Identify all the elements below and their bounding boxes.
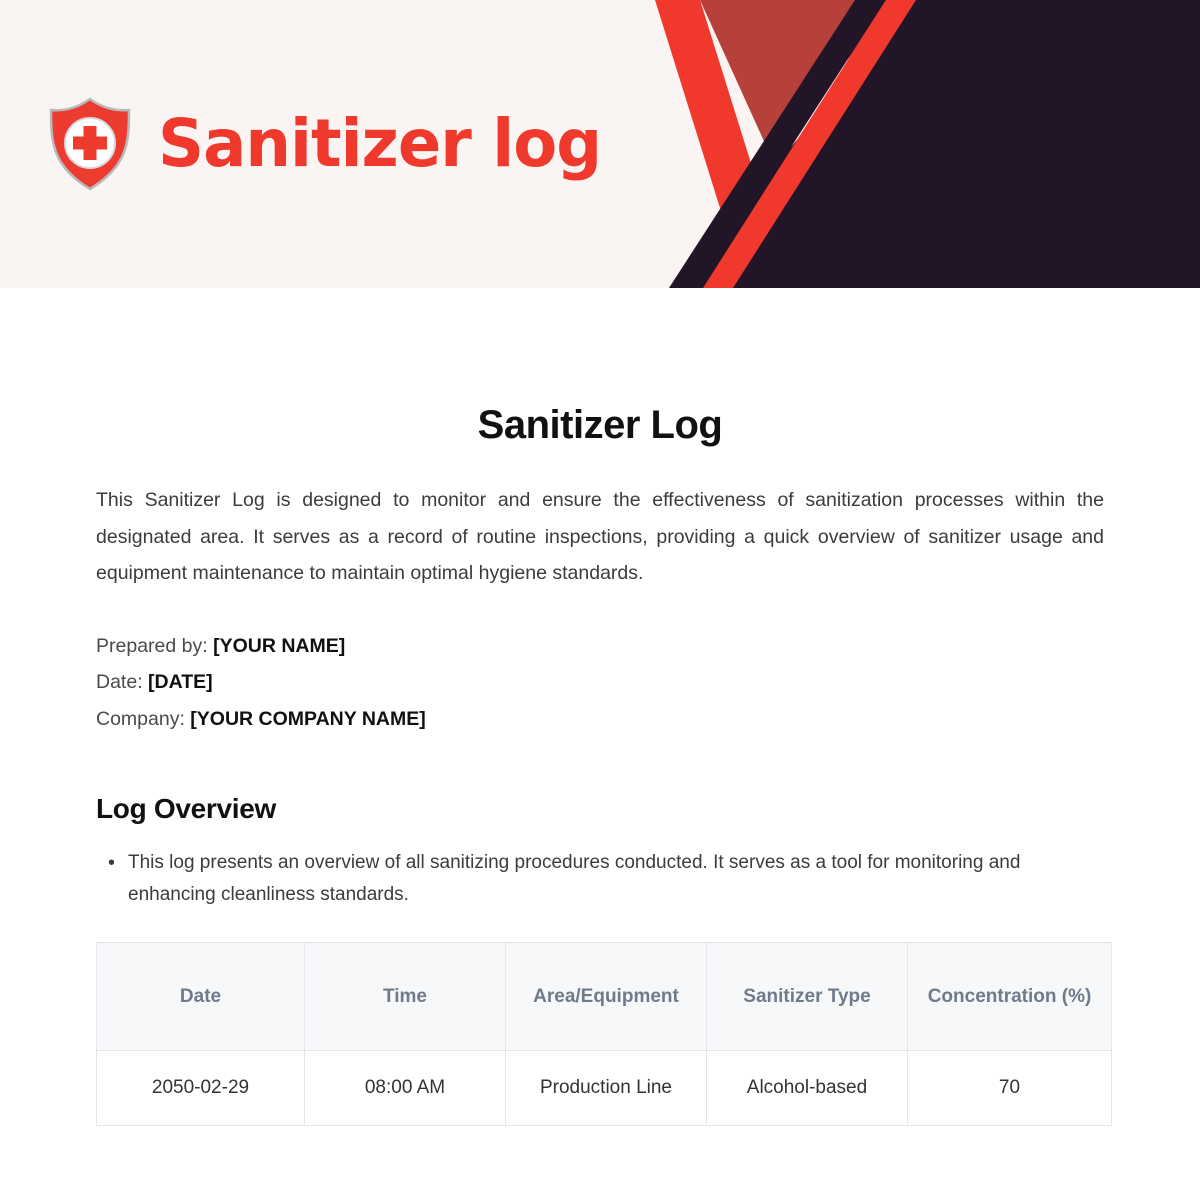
cell-sanitizer-type: Alcohol-based [706, 1050, 908, 1126]
table-body: 2050-02-29 08:00 AM Production Line Alco… [96, 1050, 1112, 1126]
meta-prepared-by: Prepared by: [YOUR NAME] [96, 628, 1104, 664]
table-header-sanitizer-type: Sanitizer Type [706, 942, 908, 1052]
page-banner: Sanitizer log [0, 0, 1200, 288]
meta-prepared-by-value: [YOUR NAME] [213, 634, 346, 657]
table-header-row: Date Time Area/Equipment Sanitizer Type … [96, 942, 1112, 1052]
meta-date-value: [DATE] [148, 671, 213, 694]
page-title: Sanitizer Log [477, 403, 723, 447]
intro-paragraph: This Sanitizer Log is designed to monito… [96, 489, 1104, 585]
meta-company-value: [YOUR COMPANY NAME] [190, 707, 426, 730]
cell-concentration: 70 [907, 1050, 1112, 1126]
document-metadata: Prepared by: [YOUR NAME] Date: [DATE] Co… [96, 628, 1104, 737]
table-row: 2050-02-29 08:00 AM Production Line Alco… [96, 1050, 1112, 1126]
table-header-time: Time [304, 942, 506, 1052]
cell-time: 08:00 AM [304, 1050, 506, 1126]
meta-company-label: Company: [96, 707, 185, 730]
sanitizer-log-table: Date Time Area/Equipment Sanitizer Type … [96, 942, 1112, 1126]
table-header-date: Date [96, 942, 305, 1052]
shield-medical-cross-icon [49, 97, 131, 191]
meta-date-label: Date: [96, 671, 143, 694]
section-heading-log-overview: Log Overview [96, 792, 277, 824]
table-header-area-equipment: Area/Equipment [505, 942, 707, 1052]
cell-date: 2050-02-29 [96, 1050, 305, 1126]
meta-date: Date: [DATE] [96, 664, 1104, 700]
meta-company: Company: [YOUR COMPANY NAME] [96, 701, 1104, 737]
log-overview-bullet-list: This log presents an overview of all san… [102, 846, 1104, 912]
banner-content: Sanitizer log [0, 0, 1200, 288]
list-item: This log presents an overview of all san… [102, 846, 1104, 912]
table-header: Date Time Area/Equipment Sanitizer Type … [96, 942, 1112, 1052]
meta-prepared-by-label: Prepared by: [96, 634, 208, 657]
banner-title: Sanitizer log [158, 105, 602, 182]
table-header-concentration: Concentration (%) [907, 942, 1112, 1052]
cell-area: Production Line [505, 1050, 707, 1126]
document-body: Sanitizer Log This Sanitizer Log is desi… [0, 403, 1200, 1126]
